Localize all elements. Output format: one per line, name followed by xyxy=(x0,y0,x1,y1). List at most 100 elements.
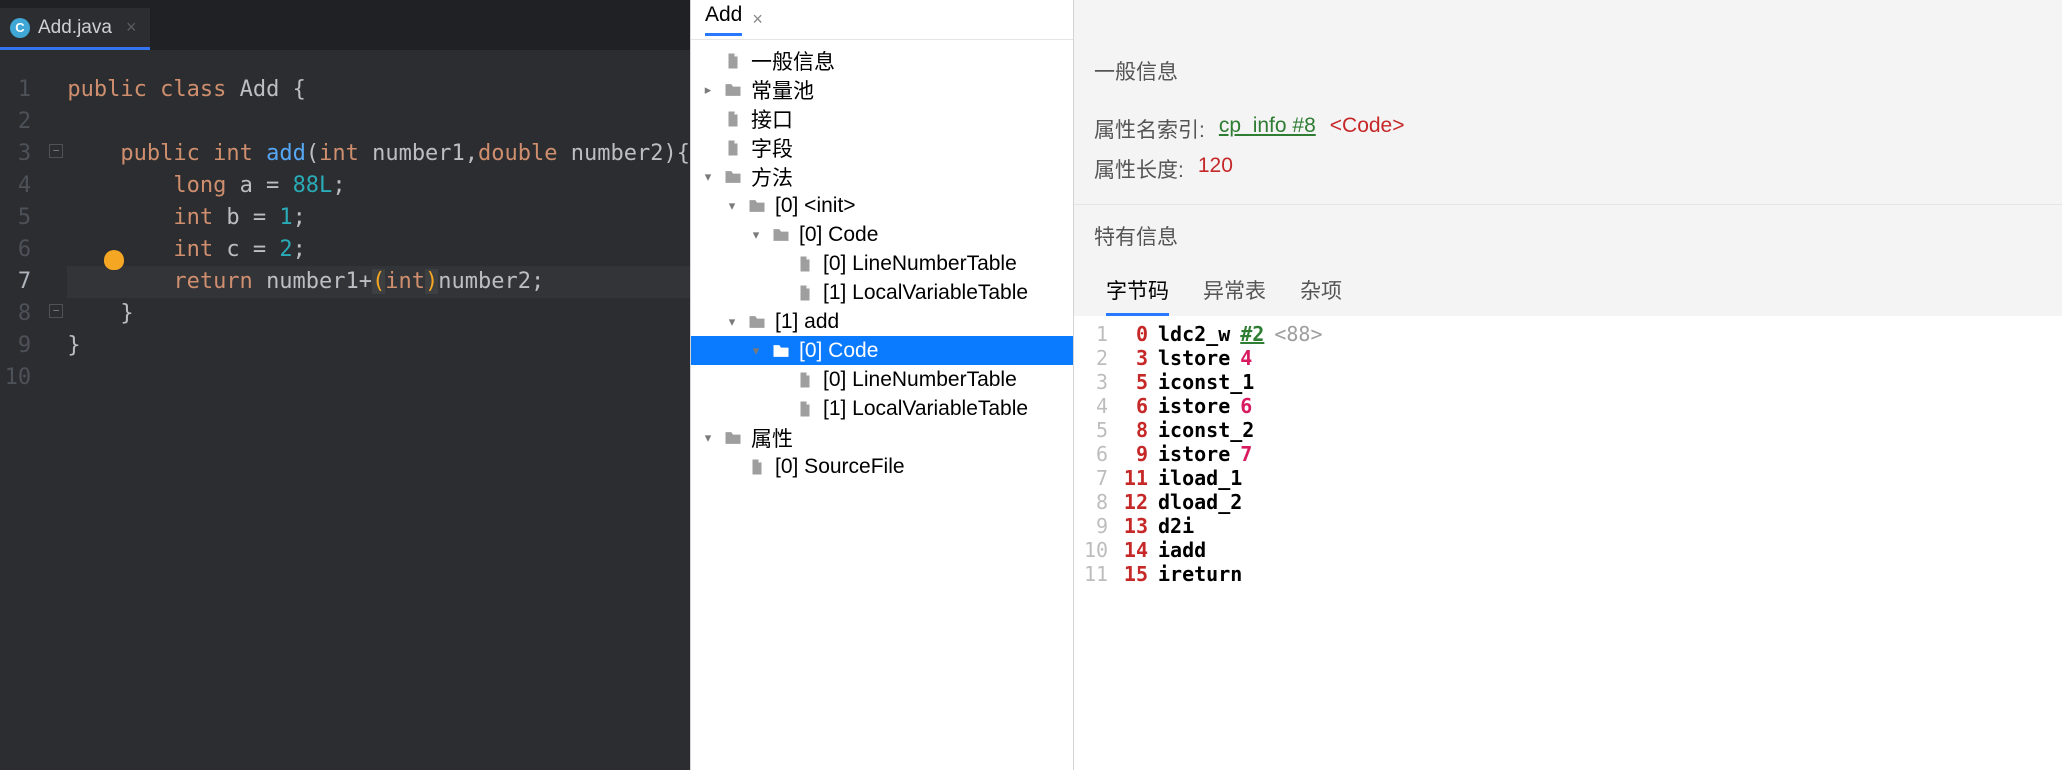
bytecode-offset: 13 xyxy=(1118,514,1148,538)
chevron-down-icon[interactable]: ▾ xyxy=(749,344,763,358)
close-icon[interactable]: × xyxy=(126,17,137,38)
file-icon xyxy=(795,283,815,303)
general-info-section: 一般信息 属性名索引: cp_info #8 <Code> 属性长度: 120 xyxy=(1074,0,2062,205)
bytecode-offset: 0 xyxy=(1118,322,1148,346)
tab-misc[interactable]: 杂项 xyxy=(1300,275,1342,316)
folder-icon xyxy=(723,80,743,100)
chevron-down-icon[interactable]: ▾ xyxy=(749,228,763,242)
bytecode-opcode: iconst_2 xyxy=(1158,418,1254,442)
code-line[interactable]: return number1+(int)number2; xyxy=(67,266,690,298)
tree-label: [0] <init> xyxy=(775,194,856,218)
bytecode-opcode: istore xyxy=(1158,442,1230,466)
code-line[interactable]: } xyxy=(67,330,690,362)
tree-row[interactable]: ▾ [1] add xyxy=(691,307,1073,336)
cp-ref-link[interactable]: #2 xyxy=(1240,322,1264,346)
viewer-tab-label[interactable]: Add xyxy=(705,3,742,36)
bytecode-line-number: 3 xyxy=(1084,370,1108,394)
file-icon xyxy=(723,51,743,71)
bytecode-row: 69istore7 xyxy=(1084,442,2052,466)
line-gutter: 12345678910 xyxy=(0,74,43,770)
editor-tab-addjava[interactable]: C Add.java × xyxy=(0,8,150,50)
class-tree[interactable]: ▸一般信息▸常量池▸接口▸字段▾方法▾[0] <init>▾[0] Code▸[… xyxy=(691,40,1073,770)
tree-label: [0] Code xyxy=(799,223,878,247)
bytecode-opcode: istore xyxy=(1158,394,1230,418)
code-line[interactable]: int b = 1; xyxy=(67,202,690,234)
code-body[interactable]: public class Add { public int add(int nu… xyxy=(67,74,690,770)
code-line[interactable]: } xyxy=(67,298,690,330)
line-number: 3 xyxy=(0,138,31,170)
tree-label: [0] LineNumberTable xyxy=(823,368,1017,392)
chevron-down-icon[interactable]: ▾ xyxy=(701,170,715,184)
fold-icon[interactable]: − xyxy=(49,304,63,318)
bytecode-opcode: ireturn xyxy=(1158,562,1242,586)
intention-bulb-icon[interactable] xyxy=(104,250,124,270)
editor-tabbar: C Add.java × xyxy=(0,0,690,50)
fold-gutter: − − xyxy=(43,74,67,770)
chevron-down-icon[interactable]: ▾ xyxy=(701,431,715,445)
code-area[interactable]: 12345678910 − − public class Add { publi… xyxy=(0,50,690,770)
folder-icon xyxy=(771,225,791,245)
tree-row[interactable]: ▸一般信息 xyxy=(691,46,1073,75)
file-icon xyxy=(723,138,743,158)
tree-row[interactable]: ▸[0] LineNumberTable xyxy=(691,249,1073,278)
code-line[interactable] xyxy=(67,106,690,138)
code-line[interactable]: long a = 88L; xyxy=(67,170,690,202)
line-number: 1 xyxy=(0,74,31,106)
close-icon[interactable]: × xyxy=(752,9,763,30)
code-line[interactable] xyxy=(67,362,690,394)
tree-row[interactable]: ▾ [0] Code xyxy=(691,220,1073,249)
bytecode-opcode: iload_1 xyxy=(1158,466,1242,490)
tree-row[interactable]: ▾ 属性 xyxy=(691,423,1073,452)
bytecode-listing[interactable]: 10ldc2_w#2<88>23lstore435iconst_146istor… xyxy=(1074,316,2062,770)
tree-row[interactable]: ▸常量池 xyxy=(691,75,1073,104)
tree-label: 属性 xyxy=(751,423,793,453)
attr-index-tag: <Code> xyxy=(1330,114,1405,144)
bytecode-offset: 3 xyxy=(1118,346,1148,370)
chevron-down-icon[interactable]: ▾ xyxy=(725,199,739,213)
tree-label: [1] LocalVariableTable xyxy=(823,281,1028,305)
tree-row[interactable]: ▾ 方法 xyxy=(691,162,1073,191)
bytecode-arg: 4 xyxy=(1240,346,1252,370)
tree-row[interactable]: ▸字段 xyxy=(691,133,1073,162)
bytecode-arg: 7 xyxy=(1240,442,1252,466)
folder-icon xyxy=(747,196,767,216)
bytecode-row: 23 lstore 4 xyxy=(1084,346,2052,370)
file-icon xyxy=(795,254,815,274)
tree-label: 接口 xyxy=(751,104,793,134)
folder-icon xyxy=(723,428,743,448)
bytecode-opcode: lstore xyxy=(1158,346,1230,370)
bytecode-line-number: 9 xyxy=(1084,514,1108,538)
editor-tab-label: Add.java xyxy=(38,17,112,39)
attr-length-label: 属性长度: xyxy=(1094,154,1184,184)
tree-label: [0] Code xyxy=(799,339,878,363)
code-line[interactable]: public int add(int number1,double number… xyxy=(67,138,690,170)
line-number: 8 xyxy=(0,298,31,330)
bytecode-line-number: 11 xyxy=(1084,562,1108,586)
bytecode-line-number: 2 xyxy=(1084,346,1108,370)
chevron-down-icon[interactable]: ▾ xyxy=(725,315,739,329)
tree-row[interactable]: ▸[0] SourceFile xyxy=(691,452,1073,481)
chevron-right-icon[interactable]: ▸ xyxy=(701,83,715,97)
fold-icon[interactable]: − xyxy=(49,144,63,158)
code-line[interactable]: int c = 2; xyxy=(67,234,690,266)
cp-info-link[interactable]: cp_info #8 xyxy=(1219,114,1316,144)
tree-row[interactable]: ▾ [0] <init> xyxy=(691,191,1073,220)
bytecode-row: 58iconst_2 xyxy=(1084,418,2052,442)
tree-row[interactable]: ▸[0] LineNumberTable xyxy=(691,365,1073,394)
tree-row[interactable]: ▸接口 xyxy=(691,104,1073,133)
bytecode-row: 11 15 ireturn xyxy=(1084,562,2052,586)
tree-row[interactable]: ▸[1] LocalVariableTable xyxy=(691,278,1073,307)
file-icon xyxy=(795,370,815,390)
tab-bytecode[interactable]: 字节码 xyxy=(1106,275,1169,316)
bytecode-row: 9 13 d2i xyxy=(1084,514,2052,538)
bytecode-offset: 15 xyxy=(1118,562,1148,586)
bytecode-offset: 12 xyxy=(1118,490,1148,514)
bytecode-opcode: d2i xyxy=(1158,514,1194,538)
tree-row[interactable]: ▾ [0] Code xyxy=(691,336,1073,365)
tab-exception-table[interactable]: 异常表 xyxy=(1203,275,1266,316)
code-line[interactable]: public class Add { xyxy=(67,74,690,106)
tree-label: 方法 xyxy=(751,162,793,192)
bytecode-line-number: 1 xyxy=(1084,322,1108,346)
tree-row[interactable]: ▸[1] LocalVariableTable xyxy=(691,394,1073,423)
tree-label: [1] add xyxy=(775,310,839,334)
